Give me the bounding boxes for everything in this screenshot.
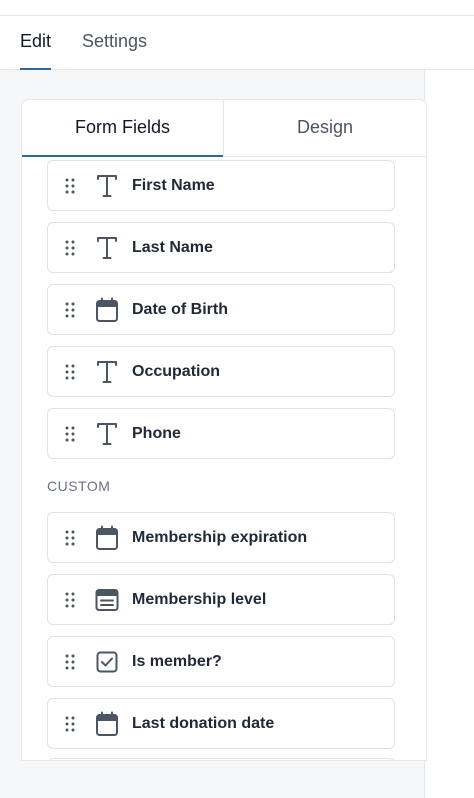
- field-item-first-name[interactable]: First Name: [47, 160, 395, 211]
- field-label: Last Name: [132, 239, 213, 256]
- panel-tabs: Form Fields Design: [22, 100, 426, 157]
- tab-design-label: Design: [296, 117, 354, 137]
- text-icon: [97, 175, 117, 197]
- next-field-item-partial[interactable]: [47, 758, 395, 760]
- field-label: Membership expiration: [132, 529, 308, 546]
- drag-handle-icon[interactable]: [64, 177, 76, 195]
- field-item-last-name[interactable]: Last Name: [47, 222, 395, 273]
- field-item-date-of-birth[interactable]: Date of Birth: [47, 284, 395, 335]
- text-icon: [97, 361, 117, 383]
- text-icon: [97, 423, 117, 445]
- field-item-occupation[interactable]: Occupation: [47, 346, 395, 397]
- editor-tabs: Edit Settings: [0, 16, 474, 70]
- calendar-icon: [96, 525, 118, 550]
- field-label: Membership level: [132, 591, 267, 608]
- field-item-last-donation-date[interactable]: Last donation date: [47, 698, 395, 749]
- tab-form-fields-label: Form Fields: [74, 117, 170, 137]
- dropdown-list-icon: [95, 589, 119, 611]
- field-label: Date of Birth: [132, 301, 228, 318]
- checkbox-icon: [96, 651, 118, 673]
- drag-handle-icon[interactable]: [64, 715, 76, 733]
- field-item-membership-expiration[interactable]: Membership expiration: [47, 512, 395, 563]
- custom-section-heading: CUSTOM: [47, 478, 111, 494]
- calendar-icon: [96, 711, 118, 736]
- field-label: First Name: [132, 177, 215, 194]
- tab-form-fields[interactable]: Form Fields: [22, 100, 224, 157]
- drag-handle-icon[interactable]: [64, 301, 76, 319]
- drag-handle-icon[interactable]: [64, 425, 76, 443]
- top-bar: [0, 0, 474, 16]
- tab-settings[interactable]: Settings: [82, 16, 147, 69]
- field-label: Is member?: [132, 653, 222, 670]
- field-item-is-member[interactable]: Is member?: [47, 636, 395, 687]
- drag-handle-icon[interactable]: [64, 363, 76, 381]
- canvas-area: [424, 70, 474, 798]
- drag-handle-icon[interactable]: [64, 591, 76, 609]
- tab-edit[interactable]: Edit: [20, 16, 52, 70]
- drag-handle-icon[interactable]: [64, 653, 76, 671]
- drag-handle-icon[interactable]: [64, 239, 76, 257]
- field-item-membership-level[interactable]: Membership level: [47, 574, 395, 625]
- field-label: Occupation: [132, 363, 221, 380]
- tab-settings-label: Settings: [82, 31, 148, 51]
- field-label: Phone: [132, 425, 181, 442]
- tab-design[interactable]: Design: [224, 100, 426, 156]
- form-fields-panel: Form Fields Design First Name Last Name …: [21, 99, 427, 761]
- active-panel-tab-indicator: [22, 155, 223, 157]
- tab-edit-label: Edit: [20, 31, 52, 51]
- workspace: Form Fields Design First Name Last Name …: [0, 70, 474, 798]
- field-label: Last donation date: [132, 715, 275, 732]
- field-item-phone[interactable]: Phone: [47, 408, 395, 459]
- calendar-icon: [96, 297, 118, 322]
- text-icon: [97, 237, 117, 259]
- drag-handle-icon[interactable]: [64, 529, 76, 547]
